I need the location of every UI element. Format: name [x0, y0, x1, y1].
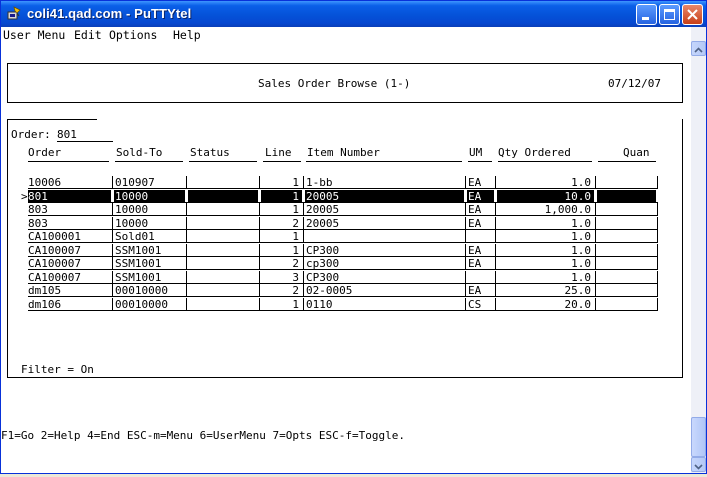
chevron-down-icon — [694, 464, 703, 470]
col-header-order: Order — [28, 146, 62, 159]
table-row[interactable]: CA100007 SSM1001 1 CP300 EA 1.0 — [1, 243, 691, 257]
col-header-line: Line — [265, 146, 292, 159]
table-row[interactable]: CA100007 SSM1001 3 CP300 1.0 — [1, 270, 691, 284]
table-row[interactable]: CA100007 SSM1001 2 cp300 EA 1.0 — [1, 257, 691, 270]
window-title: coli41.qad.com - PuTTYtel — [27, 6, 192, 21]
table-row[interactable]: 10006 010907 1 1-bb EA 1.0 — [1, 176, 691, 189]
row-underline — [28, 309, 658, 311]
minimize-icon — [642, 17, 649, 20]
col-underline — [263, 161, 301, 162]
col-header-item-number: Item Number — [307, 146, 380, 159]
scroll-up-button[interactable] — [691, 41, 706, 56]
menu-help[interactable]: Help — [173, 27, 201, 43]
col-header-sold-to: Sold-To — [116, 146, 163, 159]
menu-options[interactable]: Options — [109, 27, 157, 43]
col-header-quan: Quan — [623, 146, 650, 159]
table-row[interactable]: dm105 00010000 2 02-0005 EA 25.0 — [1, 284, 691, 297]
order-label: Order: — [11, 128, 51, 141]
header-date: 07/12/07 — [608, 77, 661, 90]
col-underline — [498, 161, 592, 162]
scroll-thumb[interactable] — [691, 417, 706, 457]
minimize-button[interactable] — [636, 4, 657, 25]
col-underline — [306, 161, 462, 162]
table-row[interactable]: CA100001 Sold01 1 1.0 — [1, 230, 691, 243]
order-input[interactable]: 801 — [57, 128, 77, 141]
filter-status: Filter = On — [21, 363, 94, 376]
selected-row-marker: > — [21, 189, 28, 203]
close-button[interactable] — [682, 4, 703, 25]
col-underline — [28, 161, 109, 162]
title-bar[interactable]: coli41.qad.com - PuTTYtel — [1, 1, 706, 27]
table-row[interactable]: 803 10000 2 20005 EA 1.0 — [1, 216, 691, 230]
scroll-down-button[interactable] — [691, 457, 706, 472]
close-icon — [687, 9, 698, 20]
browse-top-border — [7, 119, 97, 120]
col-underline — [189, 161, 257, 162]
col-underline — [468, 161, 492, 162]
maximize-icon — [664, 9, 675, 20]
col-header-status: Status — [190, 146, 230, 159]
menu-user-menu[interactable]: User Menu — [3, 27, 65, 43]
function-keys: F1=Go 2=Help 4=End ESC-m=Menu 6=UserMenu… — [1, 429, 405, 442]
table-row[interactable]: >801 10000 1 20005 EA 10.0 — [1, 189, 691, 203]
vertical-scrollbar[interactable] — [691, 27, 706, 473]
table-row[interactable]: dm106 00010000 1 0110 CS 20.0 — [1, 297, 691, 311]
putty-window: coli41.qad.com - PuTTYtel User Menu Edit… — [0, 0, 707, 474]
menu-edit[interactable]: Edit — [74, 27, 102, 43]
maximize-button[interactable] — [659, 4, 680, 25]
chevron-up-icon — [694, 47, 703, 53]
terminal-screen[interactable]: Sales Order Browse (1-) 07/12/07 Order: … — [1, 43, 691, 475]
order-table: 10006 010907 1 1-bb EA 1.0 >801 10000 1 20005 EA 10… — [1, 176, 691, 316]
page-title: Sales Order Browse (1-) — [258, 77, 411, 90]
table-row[interactable]: 803 10000 1 20005 EA 1,000.0 — [1, 203, 691, 216]
col-header-qty-ordered: Qty Ordered — [498, 146, 571, 159]
col-header-um: UM — [469, 146, 483, 159]
order-input-underline — [57, 141, 113, 142]
menu-bar: User Menu Edit Options Help — [1, 27, 691, 43]
header-box: Sales Order Browse (1-) 07/12/07 — [7, 63, 683, 103]
col-underline — [598, 161, 656, 162]
col-underline — [115, 161, 183, 162]
putty-icon — [7, 6, 21, 20]
